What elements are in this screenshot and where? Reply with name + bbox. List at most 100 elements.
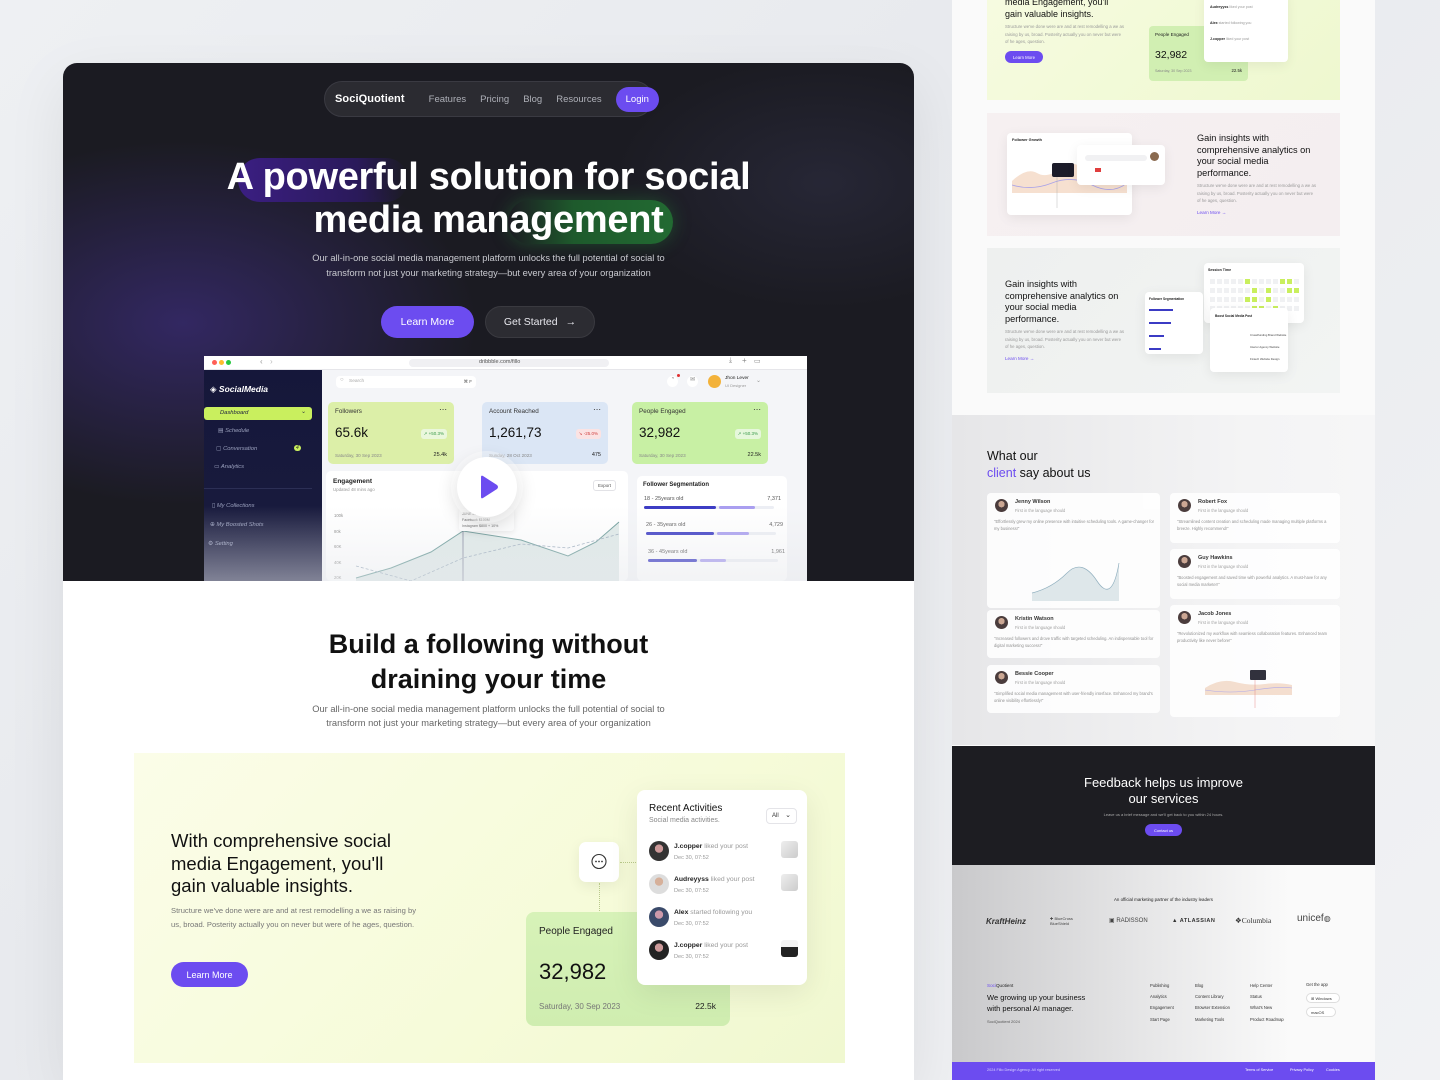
avatar <box>1178 555 1191 568</box>
footer-link[interactable]: Start Page <box>1150 1014 1174 1025</box>
footer-link[interactable]: Content Library <box>1195 991 1230 1002</box>
activity-item[interactable]: Audreyyss liked your post Dec 30, 07:52 <box>649 874 799 902</box>
more-icon[interactable]: ⋯ <box>593 405 601 414</box>
play-video-button[interactable] <box>457 457 517 517</box>
login-button[interactable]: Login <box>615 86 659 112</box>
dashboard-logo: ◈ SocialMedia <box>210 384 268 395</box>
testimonial-card: Bessie Cooper First in the language shou… <box>987 665 1160 713</box>
footer-link[interactable]: Publishing <box>1150 980 1174 991</box>
activity-action: liked your post <box>1225 37 1250 41</box>
chevron-down-icon[interactable]: ⌄ <box>756 377 761 384</box>
sidebar-divider <box>204 488 312 489</box>
notification-bell-icon[interactable]: ◔ <box>667 376 678 387</box>
people-engaged-count: 22.5k <box>695 1001 716 1011</box>
activity-item[interactable]: J.copper liked your post <box>1210 37 1249 41</box>
heatmap-cell <box>1224 279 1229 284</box>
avatar <box>649 940 669 960</box>
dashboard-search[interactable]: ○ Search ⌘ F <box>336 376 476 388</box>
footer-link[interactable]: Help Center <box>1250 980 1284 991</box>
footer-tagline-line2: with personal AI manager. <box>987 1003 1074 1013</box>
windows-download-button[interactable]: ⊞ Windows <box>1306 993 1340 1003</box>
sidebar-item-conversation[interactable]: ▢ Conversation 4 <box>216 445 301 452</box>
download-icon[interactable]: ⤓ <box>729 357 732 365</box>
recent-activities-subtitle: Social media activities. <box>649 817 720 824</box>
comment-card <box>1077 145 1165 185</box>
analytics-icon: ▭ <box>214 464 221 470</box>
comment-bubble <box>1085 155 1147 161</box>
nav-blog[interactable]: Blog <box>523 94 542 105</box>
analytics-learn-more-link[interactable]: Learn More → <box>1005 356 1034 361</box>
footer-brand[interactable]: SociSociQuotientQuotient <box>987 983 1013 988</box>
user-avatar[interactable] <box>708 375 721 388</box>
nav-features[interactable]: Features <box>429 94 467 105</box>
activity-item[interactable]: Alex started following you <box>1210 21 1251 25</box>
more-icon[interactable]: ⋯ <box>753 405 761 414</box>
footer-link[interactable]: Blog <box>1195 980 1230 991</box>
activity-item[interactable]: Alex started following you Dec 30, 07:52 <box>649 907 799 935</box>
feature-learn-more-button[interactable]: Learn More <box>1005 51 1043 63</box>
people-engaged-date: Saturday, 30 Sep 2023 <box>1155 69 1192 73</box>
forward-chevron-icon[interactable]: › <box>270 357 273 366</box>
new-tab-icon[interactable]: + <box>742 356 747 365</box>
heatmap-cell <box>1294 297 1299 302</box>
url-bar[interactable]: dribbble.com/fillo <box>409 359 609 367</box>
people-engaged-count: 22.5k <box>1231 68 1242 73</box>
get-started-button[interactable]: Get Started → <box>485 306 595 338</box>
partner-name: RADISSON <box>1116 918 1148 924</box>
get-app-label: Get the app <box>1306 982 1328 987</box>
hero-learn-more-button[interactable]: Learn More <box>381 306 474 338</box>
terms-link[interactable]: Terms of Service <box>1245 1068 1273 1072</box>
heatmap-cell <box>1294 306 1299 311</box>
heatmap-cell <box>1210 279 1215 284</box>
tabs-icon[interactable]: ▭ <box>754 357 761 365</box>
privacy-link[interactable]: Privacy Policy <box>1290 1068 1314 1072</box>
footer-link[interactable]: What's New <box>1250 1002 1284 1013</box>
logo-icon: ◈ <box>210 384 219 394</box>
more-icon[interactable]: ⋯ <box>439 405 447 414</box>
footer-link[interactable]: Marketing Tools <box>1195 1014 1230 1025</box>
activity-item[interactable]: J.copper liked your post Dec 30, 07:52 <box>649 841 799 869</box>
macos-download-button[interactable]: macOS <box>1306 1007 1336 1017</box>
cookies-link[interactable]: Cookies <box>1326 1068 1340 1072</box>
footer-link[interactable]: Analytics <box>1150 991 1174 1002</box>
activity-item[interactable]: Audreyyss liked your post <box>1210 5 1253 9</box>
contact-us-button[interactable]: Contact us <box>1145 824 1182 836</box>
activity-user: J.copper <box>674 942 703 949</box>
testimonial-role: First in the language should <box>1198 508 1249 513</box>
minimize-dot-icon <box>219 360 224 365</box>
footer-link[interactable]: Status <box>1250 991 1284 1002</box>
activity-user: Audreyyss <box>674 876 709 883</box>
nav-resources[interactable]: Resources <box>556 94 601 105</box>
testimonial-card: Kristin Watson First in the language sho… <box>987 610 1160 658</box>
stat-count: 25.4k <box>433 452 447 458</box>
dashboard-fade <box>204 506 807 581</box>
stat-title: Account Reached <box>489 408 539 415</box>
activity-item[interactable]: J.copper liked your post Dec 30, 07:52 <box>649 940 799 968</box>
testimonial-name: Jacob Jones <box>1198 611 1232 617</box>
people-engaged-date: Saturday, 30 Sep 2023 <box>539 1002 621 1011</box>
nav-pricing[interactable]: Pricing <box>480 94 509 105</box>
segment-row: 18 - 25years old 7,371 <box>644 496 784 509</box>
sidebar-item-schedule[interactable]: ▤ Schedule <box>218 428 249 434</box>
analytics-heading: Gain insights with comprehensive analyti… <box>1197 133 1311 178</box>
footer-link[interactable]: Product Roadmap <box>1250 1014 1284 1025</box>
heatmap-cell <box>1287 288 1292 293</box>
sidebar-item-analytics[interactable]: ▭ Analytics <box>214 464 244 470</box>
activity-filter-dropdown[interactable]: All ⌄ <box>766 808 797 824</box>
footer-link[interactable]: Browser Extension <box>1195 1002 1230 1013</box>
mail-icon[interactable]: ✉ <box>687 376 698 387</box>
analytics-learn-more-link[interactable]: Learn More → <box>1197 210 1226 215</box>
heatmap-cell <box>1217 297 1222 302</box>
export-button[interactable]: Export <box>592 480 616 491</box>
partner-logo-columbia: ❖Columbia <box>1235 916 1271 925</box>
footer-link[interactable]: Engagement <box>1150 1002 1174 1013</box>
stat-date: Saturday, 30 Sep 2023 <box>335 453 382 458</box>
heatmap-cell <box>1259 288 1264 293</box>
sidebar-item-dashboard[interactable]: Dashboard ⌄ <box>204 407 312 420</box>
chart-tooltip <box>1052 163 1074 177</box>
avatar <box>995 499 1008 512</box>
feedback-title: Feedback helps us improve our services <box>952 775 1375 807</box>
back-chevron-icon[interactable]: ‹ <box>260 357 263 366</box>
feature-learn-more-button[interactable]: Learn More <box>171 962 248 987</box>
brand-logo[interactable]: SociQuotient <box>335 93 405 105</box>
